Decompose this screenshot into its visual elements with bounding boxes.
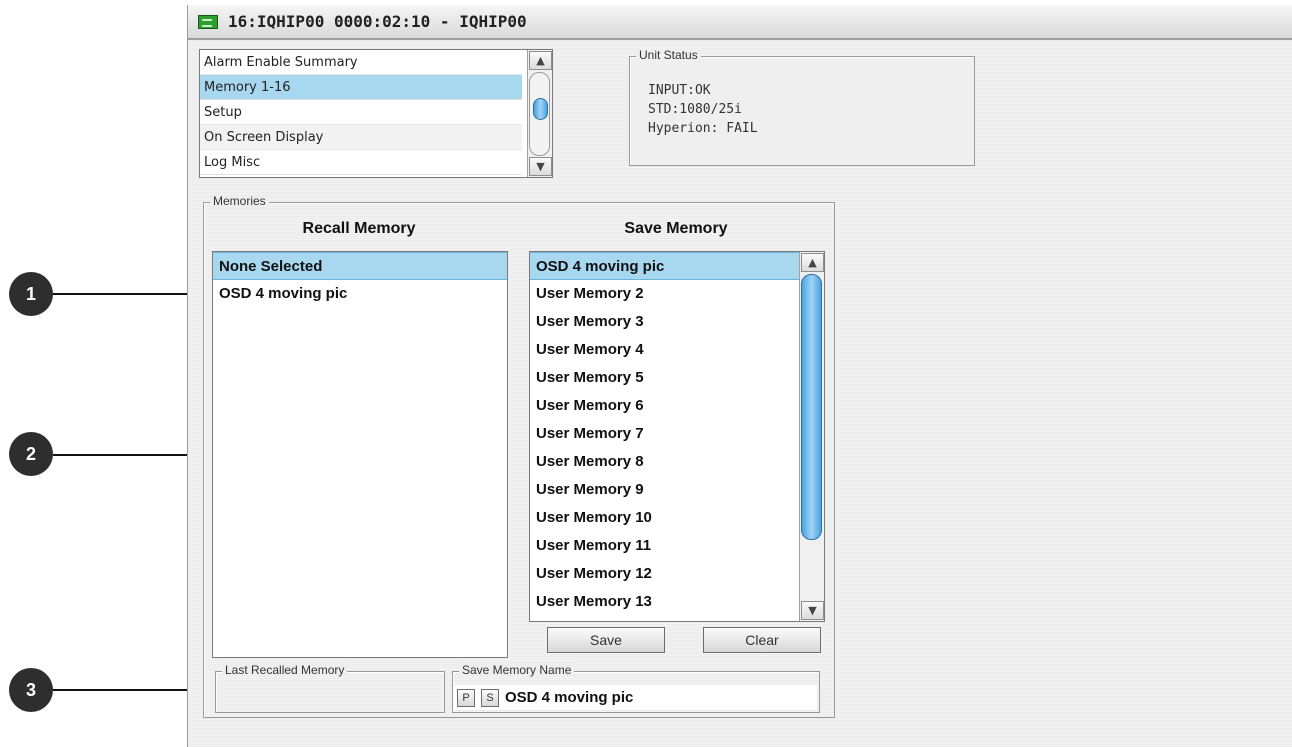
app-icon [198, 14, 218, 29]
menu-item-log-misc[interactable]: Log Misc [200, 150, 522, 175]
save-item[interactable]: User Memory 3 [530, 308, 800, 336]
menu-scrollbar[interactable]: ▲ ▼ [527, 50, 552, 177]
save-list-scrollbar[interactable]: ▲ ▼ [799, 252, 824, 621]
save-memory-name-value[interactable]: OSD 4 moving pic [505, 689, 633, 706]
recall-item-none-selected[interactable]: None Selected [213, 252, 507, 280]
chevron-down-icon[interactable]: ▼ [529, 157, 552, 176]
menu-scroll-thumb-indicator[interactable] [533, 98, 548, 120]
save-item[interactable]: OSD 4 moving pic [530, 252, 800, 280]
recall-item-osd-4[interactable]: OSD 4 moving pic [213, 280, 507, 308]
callout-3-line [53, 689, 193, 691]
save-item[interactable]: User Memory 7 [530, 420, 800, 448]
status-input: INPUT:OK [648, 83, 711, 98]
save-item[interactable]: User Memory 11 [530, 532, 800, 560]
save-item[interactable]: User Memory 6 [530, 392, 800, 420]
chevron-up-icon[interactable]: ▲ [529, 51, 552, 70]
menu-item-alarm-enable-summary[interactable]: Alarm Enable Summary [200, 50, 522, 75]
save-item[interactable]: User Memory 10 [530, 504, 800, 532]
last-recalled-title: Last Recalled Memory [222, 663, 348, 677]
save-item[interactable]: User Memory 5 [530, 364, 800, 392]
callout-2: 2 [9, 432, 53, 476]
save-item[interactable]: User Memory 12 [530, 560, 800, 588]
menu-item-memory-1-16[interactable]: Memory 1-16 [200, 75, 522, 100]
save-button[interactable]: Save [547, 627, 665, 653]
save-item[interactable]: User Memory 8 [530, 448, 800, 476]
last-recalled-group: Last Recalled Memory [215, 663, 445, 713]
status-hyperion: Hyperion: FAIL [648, 121, 758, 136]
unit-status-group: Unit Status INPUT:OK STD:1080/25i Hyperi… [629, 48, 975, 166]
p-button[interactable]: P [457, 688, 475, 707]
memories-title: Memories [210, 194, 269, 208]
save-item[interactable]: User Memory 2 [530, 280, 800, 308]
save-list-scroll-thumb[interactable] [801, 274, 822, 540]
save-item[interactable]: User Memory 9 [530, 476, 800, 504]
menu-item-setup[interactable]: Setup [200, 100, 522, 125]
window-title: 16:IQHIP00 0000:02:10 - IQHIP00 [228, 12, 527, 31]
save-memory-list[interactable]: OSD 4 moving pic User Memory 2 User Memo… [529, 251, 825, 622]
callout-3: 3 [9, 668, 53, 712]
save-item[interactable]: User Memory 13 [530, 588, 800, 616]
title-bar[interactable]: 16:IQHIP00 0000:02:10 - IQHIP00 [188, 5, 1292, 40]
menu-list[interactable]: Alarm Enable Summary Memory 1-16 Setup O… [199, 49, 553, 178]
menu-item-on-screen-display[interactable]: On Screen Display [200, 125, 522, 150]
unit-status-title: Unit Status [636, 48, 701, 62]
save-memory-items: OSD 4 moving pic User Memory 2 User Memo… [530, 252, 800, 616]
recall-memory-list[interactable]: None Selected OSD 4 moving pic [212, 251, 508, 658]
recall-memory-header: Recall Memory [302, 220, 416, 237]
save-item[interactable]: User Memory 4 [530, 336, 800, 364]
chevron-up-icon[interactable]: ▲ [801, 253, 824, 272]
save-name-title: Save Memory Name [459, 663, 575, 677]
unit-status-lines: INPUT:OK STD:1080/25i Hyperion: FAIL [648, 81, 758, 138]
callout-1-line [53, 293, 193, 295]
callout-1: 1 [9, 272, 53, 316]
status-std: STD:1080/25i [648, 102, 742, 117]
s-button[interactable]: S [481, 688, 499, 707]
save-memory-header: Save Memory [624, 220, 728, 237]
save-memory-name-field[interactable]: P S OSD 4 moving pic [453, 685, 817, 710]
clear-button[interactable]: Clear [703, 627, 821, 653]
chevron-down-icon[interactable]: ▼ [801, 601, 824, 620]
